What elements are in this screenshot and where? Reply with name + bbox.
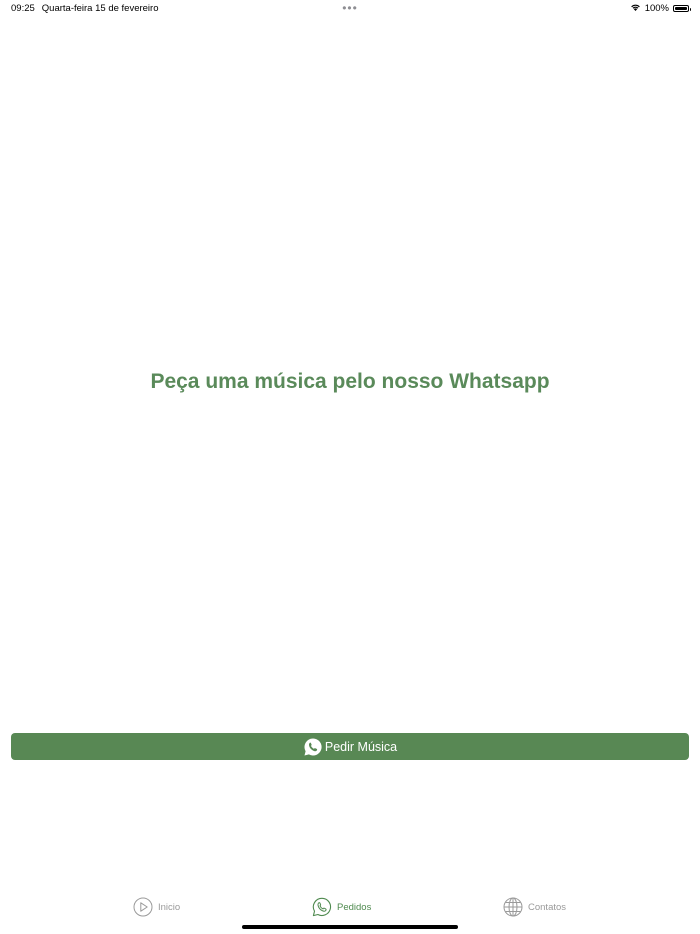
whatsapp-icon [303,737,323,757]
wifi-icon [630,3,641,14]
whatsapp-icon [312,897,332,917]
order-music-button-label: Pedir Música [324,739,398,754]
tab-contatos[interactable]: Contatos [503,897,566,917]
battery-percentage: 100% [644,3,669,14]
globe-icon [503,897,523,917]
status-right: 100% [630,3,691,14]
page-title: Peça uma música pelo nosso Whatsapp [150,370,550,393]
status-date: Quarta-feira 15 de fevereiro [41,3,159,14]
order-music-button[interactable]: Pedir Música [11,733,689,760]
status-bar: 09:25 Quarta-feira 15 de fevereiro ••• 1… [0,0,700,18]
battery-fill [675,7,687,10]
tab-pedidos[interactable]: Pedidos [312,897,371,917]
home-indicator[interactable] [242,925,458,929]
tab-contatos-label: Contatos [528,901,567,913]
tab-pedidos-label: Pedidos [337,901,372,913]
status-time: 09:25 [11,3,35,14]
app-screen: 09:25 Quarta-feira 15 de fevereiro ••• 1… [0,0,700,934]
multitasking-dots-icon[interactable]: ••• [342,1,358,15]
battery-icon [673,5,691,12]
tab-bar: Inicio Pedidos Contatos [0,893,700,923]
play-icon [133,897,153,917]
status-left: 09:25 Quarta-feira 15 de fevereiro [11,3,158,14]
tab-inicio[interactable]: Inicio [133,897,180,917]
tab-inicio-label: Inicio [158,901,181,913]
